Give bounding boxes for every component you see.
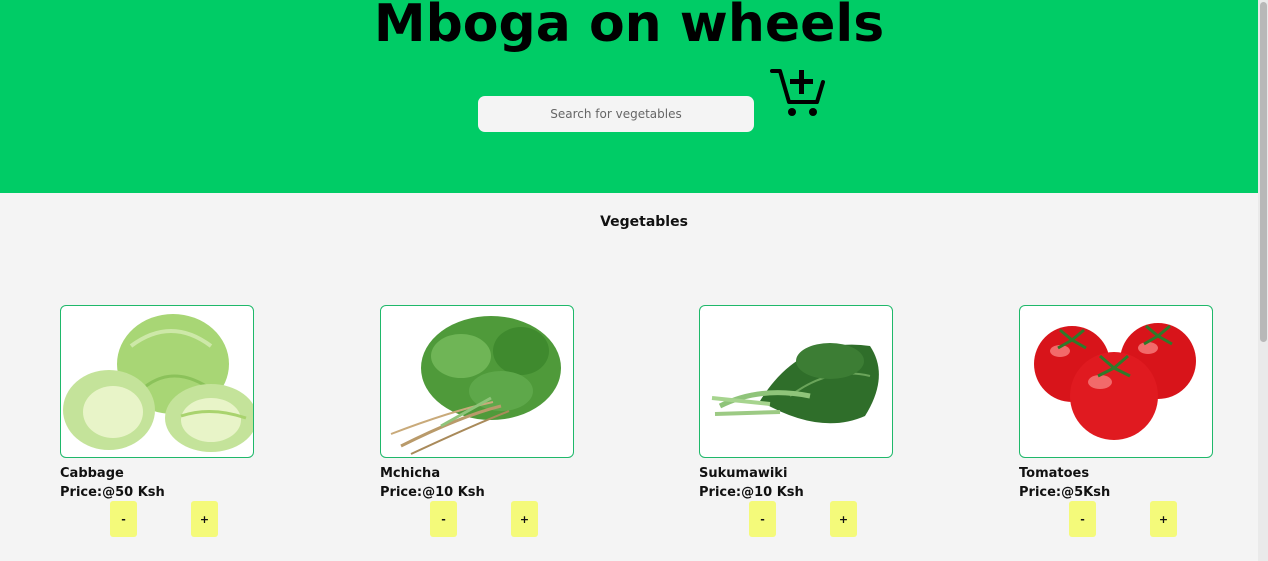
product-image-cabbage: [60, 305, 254, 458]
product-price: Price:@5Ksh: [1019, 485, 1111, 500]
increase-button[interactable]: +: [1150, 501, 1177, 537]
product-name: Tomatoes: [1019, 466, 1090, 481]
product-image-mchicha: [380, 305, 574, 458]
decrease-button[interactable]: -: [1069, 501, 1096, 537]
product-card-sukumawiki: Sukumawiki Price:@10 Ksh - +: [699, 305, 899, 537]
product-name: Cabbage: [60, 466, 124, 481]
increase-button[interactable]: +: [511, 501, 538, 537]
product-image-sukumawiki: [699, 305, 893, 458]
product-image-tomatoes: [1019, 305, 1213, 458]
add-to-cart-icon[interactable]: [770, 68, 826, 118]
increase-button[interactable]: +: [191, 501, 218, 537]
product-price: Price:@10 Ksh: [380, 485, 485, 500]
increase-button[interactable]: +: [830, 501, 857, 537]
decrease-button[interactable]: -: [749, 501, 776, 537]
product-card-cabbage: Cabbage Price:@50 Ksh - +: [60, 305, 260, 537]
product-card-mchicha: Mchicha Price:@10 Ksh - +: [380, 305, 580, 537]
product-price: Price:@50 Ksh: [60, 485, 165, 500]
product-name: Sukumawiki: [699, 466, 788, 481]
search-input[interactable]: [478, 96, 754, 132]
product-price: Price:@10 Ksh: [699, 485, 804, 500]
decrease-button[interactable]: -: [110, 501, 137, 537]
product-card-tomatoes: Tomatoes Price:@5Ksh - +: [1019, 305, 1219, 537]
app-title: Mboga on wheels: [373, 0, 885, 54]
product-name: Mchicha: [380, 466, 441, 481]
header-banner: Mboga on wheels: [0, 0, 1258, 193]
section-title: Vegetables: [600, 214, 688, 230]
decrease-button[interactable]: -: [430, 501, 457, 537]
scrollbar-thumb[interactable]: [1260, 2, 1267, 342]
